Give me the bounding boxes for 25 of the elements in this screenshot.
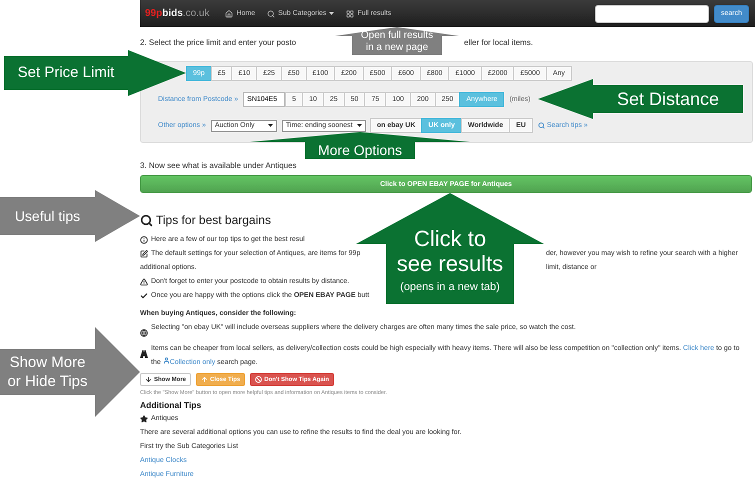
search-field[interactable]	[594, 4, 709, 22]
check-icon	[140, 292, 148, 300]
instruction-text: 2. Select the price limit and enter your posto	[140, 37, 298, 49]
globe-icon	[140, 329, 148, 337]
search-icon	[538, 122, 545, 129]
arrow-up-icon	[201, 376, 208, 383]
grid-icon	[346, 10, 354, 18]
star-icon	[140, 415, 148, 423]
warning-icon	[140, 278, 148, 286]
instruction-text: eller for local items.	[464, 37, 534, 49]
info-icon	[140, 236, 148, 244]
home-icon	[225, 10, 234, 18]
site-logo[interactable]: 99pbids.co.uk	[145, 8, 210, 19]
search-icon	[267, 10, 276, 18]
edit-icon	[140, 250, 148, 258]
additional-tips-heading: Additional Tips	[140, 399, 202, 412]
caret-icon	[356, 124, 362, 127]
caret-icon	[268, 124, 273, 127]
instruction-text: 3. Now see what is available under Antiques	[140, 161, 297, 171]
user-icon	[162, 357, 170, 364]
search-icon	[140, 214, 153, 226]
arrow-down-icon	[145, 376, 152, 383]
ban-icon	[255, 376, 262, 383]
road-icon	[140, 350, 148, 358]
tips-heading: Tips for best bargains	[156, 213, 271, 227]
